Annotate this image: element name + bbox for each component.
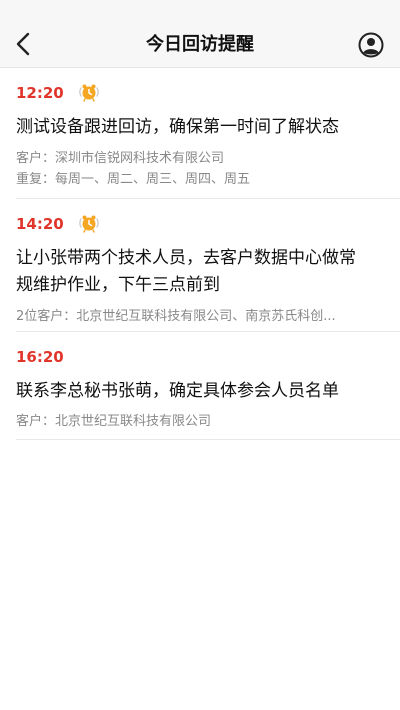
reminder-item[interactable]: 12:20 测试设备跟进回访，确保第一时间了解状态 客户：深圳市信锐网科技术有限… (0, 68, 400, 199)
reminder-time: 14:20 (16, 215, 64, 233)
reminder-content-line: 测试设备跟进回访，确保第一时间了解状态 (16, 117, 339, 137)
reminder-item[interactable]: 16:20 联系李总秘书张萌，确定具体参会人员名单 客户：北京世纪互联科技有限公… (0, 332, 400, 440)
reminder-customer: 客户：北京世纪互联科技有限公司 (16, 414, 212, 429)
reminder-time-row: 12:20 (16, 81, 384, 105)
reminder-content: 让小张带两个技术人员，去客户数据中心做常 规维护作业，下午三点前到 (16, 245, 384, 299)
reminder-content: 联系李总秘书张萌，确定具体参会人员名单 (16, 378, 384, 405)
reminder-time-row: 14:20 (16, 212, 384, 236)
alarm-clock-icon (78, 215, 99, 233)
reminder-content-line: 规维护作业，下午三点前到 (16, 275, 220, 295)
alarm-clock-icon (78, 84, 99, 102)
reminder-content-line: 让小张带两个技术人员，去客户数据中心做常 (16, 248, 356, 268)
profile-button[interactable] (358, 32, 384, 58)
reminder-time: 12:20 (16, 84, 64, 102)
reminder-customer: 客户：深圳市信锐网科技术有限公司 (16, 151, 225, 166)
reminder-content: 测试设备跟进回访，确保第一时间了解状态 (16, 114, 384, 141)
reminder-time: 16:20 (16, 348, 64, 366)
reminder-customer: 2位客户：北京世纪互联科技有限公司、南京苏氏科创... (16, 309, 336, 324)
reminder-content-line: 联系李总秘书张萌，确定具体参会人员名单 (16, 381, 339, 401)
reminder-time-row: 16:20 (16, 345, 384, 369)
reminder-item[interactable]: 14:20 让小张带两个技术人员，去客户数据中心做常 规维护作业，下午三点前到 … (0, 199, 400, 332)
reminder-list: 12:20 测试设备跟进回访，确保第一时间了解状态 客户：深圳市信锐网科技术有限… (0, 68, 400, 440)
page-title: 今日回访提醒 (146, 34, 254, 55)
header-bar: 今日回访提醒 (0, 0, 400, 68)
user-circle-icon (358, 32, 384, 58)
reminder-repeat: 重复：每周一、周二、周三、周四、周五 (16, 172, 251, 187)
